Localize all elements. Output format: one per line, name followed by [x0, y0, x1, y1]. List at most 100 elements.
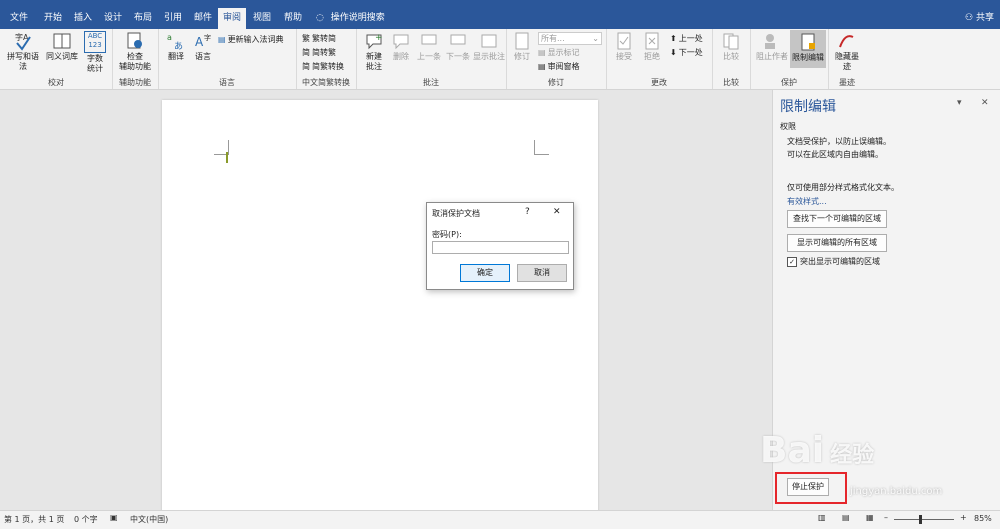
protection-description-line1: 文档受保护，以防止误编辑。: [787, 137, 891, 146]
track-changes-button[interactable]: 修订: [510, 31, 534, 62]
zoom-out-button[interactable]: –: [884, 513, 888, 522]
language-button[interactable]: A字 语言: [190, 31, 216, 62]
tab-insert[interactable]: 插入: [68, 8, 98, 29]
svg-text:+: +: [375, 33, 383, 43]
accessibility-check-icon: [127, 32, 142, 49]
dialog-help-button[interactable]: ?: [525, 207, 530, 217]
show-all-editable-regions-button[interactable]: 显示可编辑的所有区域: [787, 234, 887, 252]
cancel-button[interactable]: 取消: [517, 264, 567, 282]
group-proofing: 字A 拼写和语法 同义词库 ABC 123 字数 统计 校对: [0, 29, 113, 89]
dictionary-icon: ▤: [218, 35, 226, 44]
show-comments-icon: [481, 34, 497, 48]
group-protect: 阻止作者 限制编辑 保护: [750, 29, 829, 89]
protection-description-line2: 可以在此区域内自由编辑。: [787, 150, 883, 159]
web-layout-icon[interactable]: ▦: [866, 513, 874, 522]
translate-icon: aあ: [167, 33, 183, 51]
compare-button[interactable]: 比较: [716, 31, 746, 62]
group-chinese-conversion: 繁繁转简 简简转繁 简简繁转换 中文简繁转换: [296, 29, 357, 89]
new-comment-icon: +: [366, 33, 383, 50]
highlight-editable-regions-row: ✓ 突出显示可编辑的区域: [787, 256, 880, 267]
delete-comment-button[interactable]: 删除: [388, 31, 414, 62]
svg-text:あ: あ: [174, 41, 183, 51]
proofing-status-icon[interactable]: ▣: [110, 513, 118, 522]
print-layout-icon[interactable]: ▤: [842, 513, 850, 522]
restrict-editing-icon: [801, 33, 815, 51]
share-button[interactable]: ⚇ 共享: [965, 8, 994, 29]
block-authors-icon: [765, 34, 775, 49]
group-changes: 接受 拒绝 ⬆ 上一处 ⬇ 下一处 更改: [606, 29, 713, 89]
dialog-title: 取消保护文档: [432, 209, 480, 218]
previous-change-button[interactable]: ⬆ 上一处: [670, 33, 703, 44]
new-comment-button[interactable]: + 新建 批注: [360, 31, 388, 72]
highlight-label: 突出显示可编辑的区域: [800, 257, 880, 266]
review-pane-button[interactable]: ▤ 审阅窗格: [538, 61, 580, 72]
next-comment-icon: [450, 34, 466, 45]
ok-button[interactable]: 确定: [460, 264, 510, 282]
svg-text:a: a: [167, 33, 172, 42]
group-language: aあ 翻译 A字 语言 ▤ 更新输入法词典 语言: [158, 29, 297, 89]
convert-icon: 繁: [302, 34, 310, 43]
pane-title: 限制编辑: [780, 99, 836, 115]
tab-references[interactable]: 引用: [158, 8, 188, 29]
zoom-in-button[interactable]: +: [960, 513, 967, 522]
next-comment-button[interactable]: 下一条: [444, 31, 472, 62]
accept-change-button[interactable]: 接受: [610, 31, 638, 62]
tab-view[interactable]: 视图: [248, 8, 276, 29]
word-count-button[interactable]: ABC 123 字数 统计: [82, 31, 108, 74]
language-status[interactable]: 中文(中国): [130, 514, 168, 525]
baidu-watermark-url: jingyan.baidu.com: [850, 486, 943, 497]
zoom-slider-thumb[interactable]: [919, 515, 922, 524]
zoom-level[interactable]: 85%: [974, 514, 992, 523]
compare-icon: [723, 33, 739, 50]
restrict-editing-button[interactable]: 限制编辑: [790, 30, 826, 68]
spelling-grammar-button[interactable]: 字A 拼写和语法: [4, 31, 42, 72]
zoom-slider[interactable]: [894, 519, 954, 520]
tab-layout[interactable]: 布局: [128, 8, 158, 29]
tab-home[interactable]: 开始: [38, 8, 68, 29]
previous-comment-button[interactable]: 上一条: [414, 31, 444, 62]
stop-protection-highlight: [775, 472, 847, 504]
document-page[interactable]: [162, 100, 598, 520]
hide-ink-button[interactable]: 隐藏墨 迹: [832, 31, 862, 72]
reject-change-button[interactable]: 拒绝: [638, 31, 666, 62]
word-count[interactable]: 0 个字: [74, 514, 98, 525]
traditional-to-simplified-button[interactable]: 繁繁转简: [302, 33, 336, 44]
check-accessibility-button[interactable]: 检查 辅助功能: [116, 31, 154, 72]
show-comments-button[interactable]: 显示批注: [472, 31, 506, 62]
translate-button[interactable]: aあ 翻译: [162, 31, 190, 62]
previous-comment-icon: [421, 34, 437, 45]
dialog-close-button[interactable]: ✕: [553, 207, 561, 217]
tab-review[interactable]: 审阅: [218, 8, 246, 29]
tab-mailings[interactable]: 邮件: [188, 8, 218, 29]
find-next-editable-region-button[interactable]: 查找下一个可编辑的区域: [787, 210, 887, 228]
abc-123-icon: ABC 123: [84, 31, 106, 53]
pane-close-button[interactable]: ✕: [981, 98, 989, 108]
tell-me-search[interactable]: ◌ 操作说明搜索: [316, 8, 385, 29]
update-ime-dictionary-button[interactable]: ▤ 更新输入法词典: [218, 34, 284, 45]
document-area: [0, 90, 770, 520]
chinese-conversion-button[interactable]: 简简繁转换: [302, 61, 344, 72]
unprotect-document-dialog: 取消保护文档 ? ✕ 密码(P): 确定 取消: [426, 202, 574, 290]
available-styles-link[interactable]: 有效样式...: [787, 196, 827, 207]
thesaurus-button[interactable]: 同义词库: [44, 31, 80, 62]
next-icon: ⬇: [670, 48, 677, 57]
page-count[interactable]: 第 1 页，共 1 页: [4, 514, 64, 525]
password-input[interactable]: [432, 241, 569, 254]
ink-icon: [839, 35, 854, 48]
tab-file[interactable]: 文件: [4, 8, 34, 29]
read-mode-icon[interactable]: ▥: [818, 513, 826, 522]
pane-dropdown-button[interactable]: ▾: [957, 98, 962, 108]
block-authors-button[interactable]: 阻止作者: [754, 31, 790, 62]
tab-help[interactable]: 帮助: [278, 8, 308, 29]
show-markup-button[interactable]: ▤ 显示标记: [538, 47, 580, 58]
person-icon: ⚇: [965, 13, 974, 23]
highlight-checkbox[interactable]: ✓: [787, 256, 797, 267]
tab-design[interactable]: 设计: [98, 8, 128, 29]
track-changes-icon: [515, 32, 529, 50]
next-change-button[interactable]: ⬇ 下一处: [670, 47, 703, 58]
group-tracking: 修订 所有... ⌄ ▤ 显示标记 ▤ 审阅窗格 修订: [506, 29, 607, 89]
simplified-to-traditional-button[interactable]: 简简转繁: [302, 47, 336, 58]
text-cursor: [226, 152, 228, 163]
markup-select[interactable]: 所有... ⌄: [538, 32, 602, 45]
margin-mark-top-right: [534, 140, 549, 155]
